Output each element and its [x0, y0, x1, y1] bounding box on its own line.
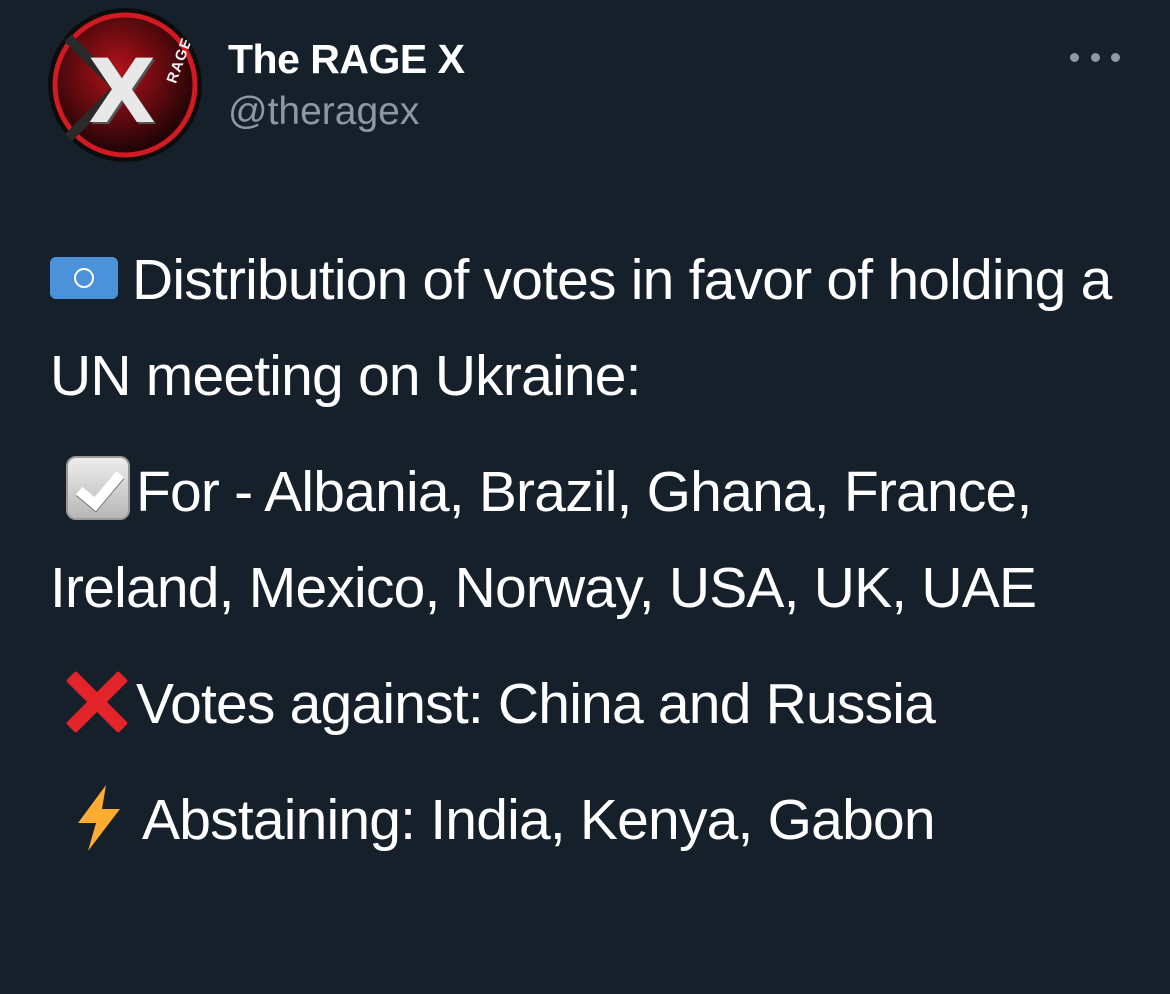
- more-dot: [1070, 52, 1079, 62]
- tweet-body: Distribution of votes in favor of holdin…: [50, 232, 1130, 868]
- abstain-text: Abstaining: India, Kenya, Gabon: [142, 788, 936, 852]
- more-dot: [1090, 52, 1100, 62]
- against-text: Votes against: China and Russia: [136, 672, 936, 736]
- author-handle[interactable]: @theragex: [228, 90, 419, 134]
- more-dot: [1111, 52, 1120, 62]
- cross-mark-icon: [64, 669, 130, 735]
- un-flag-icon: [50, 256, 118, 299]
- tweet: X RAGE The RAGE X @theragex Distribution…: [0, 0, 1170, 994]
- author-display-name[interactable]: The RAGE X: [228, 36, 465, 83]
- author-avatar[interactable]: X RAGE: [48, 8, 202, 162]
- more-options-icon[interactable]: [1070, 42, 1120, 72]
- against-paragraph: Votes against: China and Russia: [50, 656, 1130, 752]
- lightning-icon: [74, 784, 130, 851]
- for-text: For - Albania, Brazil, Ghana, France, Ir…: [50, 460, 1037, 620]
- avatar-letter: X: [88, 40, 156, 143]
- intro-text: Distribution of votes in favor of holdin…: [50, 248, 1112, 408]
- check-mark-button-icon: [66, 455, 130, 520]
- abstain-paragraph: Abstaining: India, Kenya, Gabon: [50, 772, 1130, 868]
- for-paragraph: For - Albania, Brazil, Ghana, France, Ir…: [50, 444, 1130, 636]
- intro-paragraph: Distribution of votes in favor of holdin…: [50, 232, 1130, 424]
